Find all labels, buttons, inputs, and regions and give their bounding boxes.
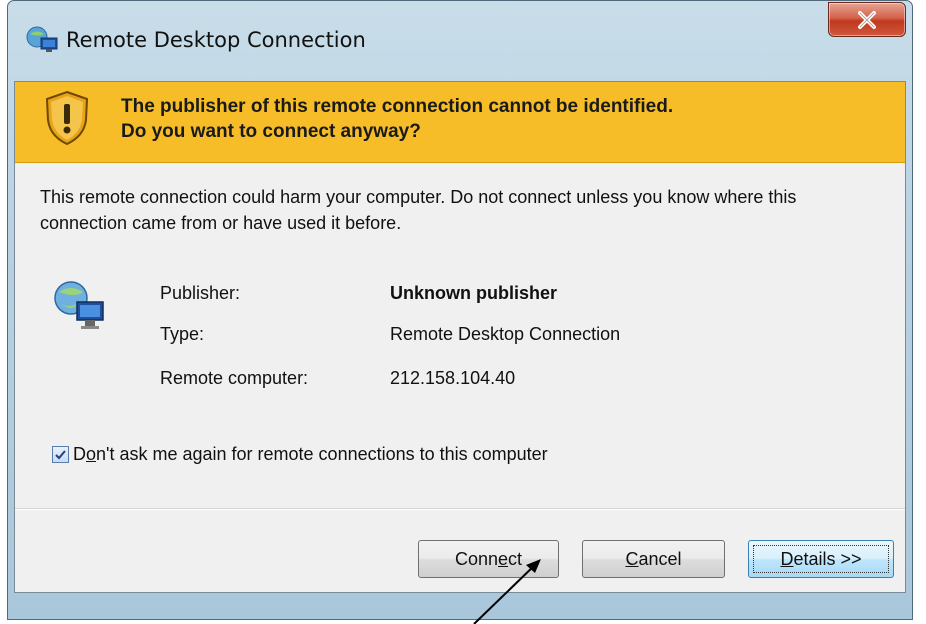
banner-message: The publisher of this remote connection … (121, 94, 673, 144)
type-value: Remote Desktop Connection (390, 324, 621, 344)
banner-line-1: The publisher of this remote connection … (121, 96, 674, 117)
remote-desktop-icon (26, 26, 58, 52)
connect-button[interactable]: Conn e ct (418, 540, 559, 578)
window-title: Remote Desktop Connection (66, 28, 366, 52)
close-button[interactable] (828, 2, 906, 37)
banner-line-2: Do you want to connect anyway? (121, 121, 421, 142)
label-part: D (73, 444, 86, 464)
checkmark-icon (55, 450, 66, 460)
remote-computer-label: Remote computer: (160, 368, 309, 388)
dialog-body: The publisher of this remote connection … (14, 81, 906, 593)
details-button[interactable]: Details >> (748, 540, 894, 578)
button-accelerator: e (498, 548, 509, 569)
remote-computer-icon (54, 281, 104, 329)
publisher-label: Publisher: (160, 283, 241, 303)
warning-shield-icon (45, 90, 89, 146)
focus-rectangle (753, 545, 889, 573)
dialog-window: Remote Desktop Connection The publisher … (7, 0, 913, 620)
dont-ask-again-label: Don't ask me again for remote connection… (73, 444, 548, 465)
title-bar[interactable]: Remote Desktop Connection (8, 1, 912, 81)
warning-description: This remote connection could harm your c… (40, 187, 797, 233)
publisher-value: Unknown publisher (390, 283, 558, 303)
separator (15, 508, 905, 509)
label-part: n't ask me again for remote connections … (96, 444, 548, 464)
label-accelerator: o (86, 444, 97, 464)
button-label-part: ct (508, 548, 523, 569)
dont-ask-again-option[interactable]: Don't ask me again for remote connection… (52, 444, 548, 465)
button-accelerator: C (625, 548, 639, 569)
type-label: Type: (160, 324, 205, 344)
dont-ask-again-checkbox[interactable] (52, 446, 69, 463)
close-icon (858, 10, 876, 29)
cancel-button[interactable]: Cancel (582, 540, 725, 578)
warning-banner: The publisher of this remote connection … (15, 82, 905, 163)
button-label-part: Conn (454, 548, 498, 569)
button-label-part: ancel (638, 548, 682, 569)
remote-computer-value: 212.158.104.40 (390, 368, 516, 388)
